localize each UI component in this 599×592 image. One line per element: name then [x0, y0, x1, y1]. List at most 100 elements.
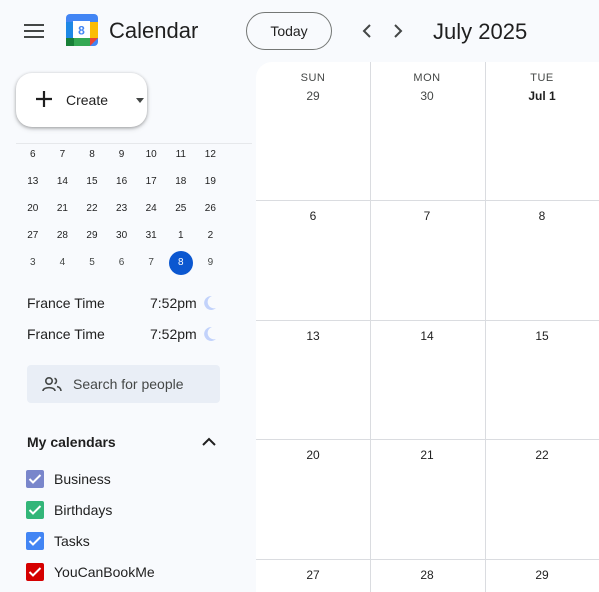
mini-calendar-day[interactable]: 17 — [136, 170, 166, 197]
mini-calendar-day[interactable]: 16 — [107, 170, 137, 197]
mini-calendar-day[interactable]: 7 — [136, 251, 166, 278]
mini-calendar-day[interactable]: 23 — [107, 197, 137, 224]
mini-calendar-day[interactable]: 7 — [48, 143, 78, 170]
checkmark-icon — [28, 474, 42, 484]
time-zone-name: France Time — [27, 295, 105, 311]
grid-day-number[interactable]: 22 — [485, 448, 599, 462]
mini-calendar-day-number: 23 — [116, 203, 128, 214]
mini-calendar-day-number: 5 — [89, 257, 95, 268]
search-people-input[interactable]: Search for people — [27, 365, 220, 403]
mini-calendar-day[interactable]: 9 — [196, 251, 226, 278]
mini-calendar-day-number: 26 — [204, 203, 216, 214]
mini-calendar-today[interactable]: 8 — [166, 251, 196, 278]
mini-calendar-day[interactable]: 10 — [136, 143, 166, 170]
mini-calendar-day[interactable]: 4 — [48, 251, 78, 278]
mini-calendar-day-number: 30 — [116, 230, 128, 241]
mini-calendar-day[interactable]: 26 — [196, 197, 226, 224]
mini-calendar-day[interactable]: 31 — [136, 224, 166, 251]
today-button[interactable]: Today — [246, 12, 332, 50]
mini-calendar-day-number: 3 — [30, 257, 36, 268]
mini-calendar: 6 7 8 9 10 11 12 13 14 15 16 17 18 19 20 21 22 23 24 25 26 27… — [18, 143, 240, 278]
next-period-button[interactable] — [388, 20, 408, 42]
mini-calendar-day[interactable]: 9 — [107, 143, 137, 170]
previous-period-button[interactable] — [357, 20, 377, 42]
calendar-logo-icon[interactable]: 8 — [66, 14, 98, 46]
grid-day-number[interactable]: 8 — [485, 209, 599, 223]
calendar-checkbox[interactable] — [26, 532, 44, 550]
mini-calendar-day[interactable]: 22 — [77, 197, 107, 224]
calendar-item-label: Tasks — [54, 533, 90, 549]
grid-row-divider — [256, 320, 599, 321]
mini-calendar-day-number: 8 — [89, 149, 95, 160]
grid-day-number[interactable]: 6 — [256, 209, 370, 223]
calendar-checkbox[interactable] — [26, 501, 44, 519]
mini-calendar-day-number: 22 — [86, 203, 98, 214]
grid-day-number[interactable]: 21 — [370, 448, 484, 462]
checkmark-icon — [28, 536, 42, 546]
mini-calendar-day[interactable]: 6 — [18, 143, 48, 170]
mini-calendar-day[interactable]: 1 — [166, 224, 196, 251]
grid-day-number[interactable]: 14 — [370, 329, 484, 343]
mini-calendar-day[interactable]: 6 — [107, 251, 137, 278]
mini-calendar-day[interactable]: 13 — [18, 170, 48, 197]
mini-calendar-day[interactable]: 24 — [136, 197, 166, 224]
mini-calendar-day[interactable]: 20 — [18, 197, 48, 224]
calendar-checkbox[interactable] — [26, 563, 44, 581]
main-menu-icon[interactable] — [24, 24, 44, 38]
current-period-title: July 2025 — [433, 19, 528, 44]
mini-calendar-day[interactable]: 14 — [48, 170, 78, 197]
mini-calendar-day-number: 13 — [27, 176, 39, 187]
mini-calendar-day[interactable]: 15 — [77, 170, 107, 197]
mini-calendar-day-number: 28 — [56, 230, 68, 241]
mini-calendar-day[interactable]: 18 — [166, 170, 196, 197]
grid-day-number[interactable]: 30 — [370, 89, 484, 103]
chevron-up-icon[interactable] — [202, 436, 216, 448]
time-zone-time: 7:52pm — [150, 326, 197, 342]
mini-calendar-day[interactable]: 5 — [77, 251, 107, 278]
caret-down-icon[interactable] — [136, 98, 144, 103]
grid-day-number[interactable]: 29 — [256, 89, 370, 103]
my-calendars-heading[interactable]: My calendars — [27, 434, 116, 450]
mini-calendar-day-number: 10 — [145, 149, 157, 160]
grid-day-number[interactable]: 13 — [256, 329, 370, 343]
grid-day-number[interactable]: 15 — [485, 329, 599, 343]
mini-calendar-day[interactable]: 25 — [166, 197, 196, 224]
mini-calendar-day-number: 4 — [59, 257, 66, 268]
mini-calendar-day-number: 15 — [86, 176, 98, 187]
mini-calendar-day-number: 6 — [118, 257, 125, 268]
mini-calendar-day[interactable]: 8 — [77, 143, 107, 170]
day-of-week-header: SUN — [300, 72, 326, 84]
mini-calendar-week: 13 14 15 16 17 18 19 — [18, 170, 240, 197]
mini-calendar-day[interactable]: 28 — [48, 224, 78, 251]
grid-day-number[interactable]: 28 — [370, 568, 484, 582]
mini-calendar-day[interactable]: 12 — [196, 143, 226, 170]
create-button[interactable]: Create — [16, 73, 147, 127]
mini-calendar-day[interactable]: 11 — [166, 143, 196, 170]
mini-calendar-day[interactable]: 19 — [196, 170, 226, 197]
time-zone-time: 7:52pm — [150, 295, 197, 311]
mini-calendar-day[interactable]: 2 — [196, 224, 226, 251]
moon-icon — [204, 326, 216, 341]
mini-calendar-day[interactable]: 30 — [107, 224, 137, 251]
calendar-item[interactable]: Birthdays — [26, 499, 226, 519]
mini-calendar-day-number: 2 — [207, 230, 214, 241]
mini-calendar-day-number: 20 — [27, 203, 39, 214]
mini-calendar-day[interactable]: 27 — [18, 224, 48, 251]
calendar-item[interactable]: Business — [26, 468, 226, 488]
calendar-item[interactable]: Tasks — [26, 530, 226, 550]
mini-calendar-day[interactable]: 21 — [48, 197, 78, 224]
mini-calendar-day-number: 6 — [30, 149, 36, 160]
mini-calendar-day[interactable]: 29 — [77, 224, 107, 251]
top-header: 8 Calendar Today July 2025 — [0, 0, 599, 62]
calendar-checkbox[interactable] — [26, 470, 44, 488]
grid-day-number[interactable]: 27 — [256, 568, 370, 582]
mini-calendar-week: 20 21 22 23 24 25 26 — [18, 197, 240, 224]
checkmark-icon — [28, 567, 42, 577]
calendar-item[interactable]: YouCanBookMe — [26, 561, 226, 581]
grid-day-number[interactable]: 7 — [370, 209, 484, 223]
mini-calendar-day[interactable]: 3 — [18, 251, 48, 278]
grid-day-number[interactable]: 29 — [485, 568, 599, 582]
create-label: Create — [66, 92, 109, 108]
grid-day-number[interactable]: Jul 1 — [485, 89, 599, 103]
grid-day-number[interactable]: 20 — [256, 448, 370, 462]
